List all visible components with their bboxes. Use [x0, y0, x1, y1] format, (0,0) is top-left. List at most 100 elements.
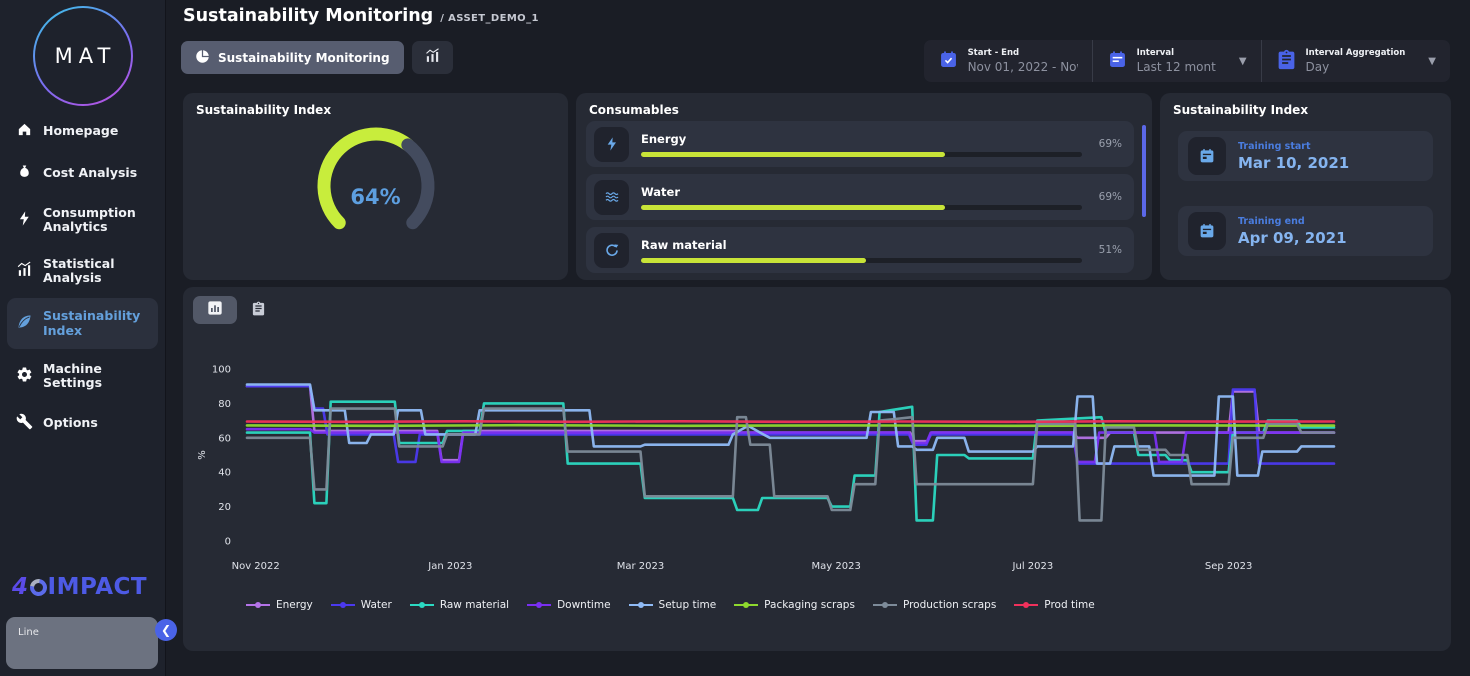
chart-view-button[interactable] [193, 296, 237, 324]
mat-logo: MAT [33, 6, 133, 106]
legend-label: Water [361, 599, 392, 611]
sidebar-item-options[interactable]: Options [0, 402, 165, 444]
legend-label: Packaging scraps [764, 599, 855, 611]
legend-marker-icon [733, 600, 759, 610]
sidebar-item-label: Machine Settings [43, 362, 153, 391]
y-tick-label: 40 [218, 468, 231, 479]
consumable-row-water[interactable]: Water 69% [586, 174, 1134, 220]
legend-label: Setup time [659, 599, 717, 611]
sidebar-item-machine-settings[interactable]: Machine Settings [0, 351, 165, 402]
y-tick-label: 60 [218, 433, 231, 444]
home-icon [16, 121, 33, 141]
card-title: Sustainability Index [196, 103, 331, 117]
sidebar-item-homepage[interactable]: Homepage [0, 110, 165, 152]
legend-item-setup-time[interactable]: Setup time [628, 599, 717, 611]
sustainability-index-training-card: Sustainability Index Training start Mar … [1160, 93, 1451, 280]
consumable-percent: 69% [1094, 138, 1122, 150]
training-end-row: Training end Apr 09, 2021 [1178, 206, 1433, 256]
series-line-prod-time[interactable] [247, 421, 1334, 422]
mat-logo-text: MAT [49, 44, 117, 68]
sidebar-collapse-button[interactable]: ❮ [155, 619, 177, 641]
tab-sustainability-monitoring[interactable]: Sustainability Monitoring [181, 41, 404, 74]
tab-statistics-view[interactable] [412, 41, 453, 74]
sidebar-nav: Homepage Cost Analysis Consumption Analy… [0, 110, 165, 444]
chart-toolbar [193, 296, 266, 324]
legend-label: Raw material [440, 599, 509, 611]
interval-label: Interval [1137, 48, 1216, 58]
interval-aggregation-control[interactable]: Interval Aggregation Day ▼ [1261, 40, 1450, 82]
interval-aggregation-value: Day [1306, 60, 1406, 74]
progress-track [641, 205, 1082, 210]
consumable-row-raw-material[interactable]: Raw material 51% [586, 227, 1134, 273]
money-bag-icon [16, 163, 33, 183]
legend-item-water[interactable]: Water [330, 599, 392, 611]
chevron-down-icon[interactable]: ▼ [1239, 56, 1247, 67]
legend-marker-icon [628, 600, 654, 610]
legend-label: Energy [276, 599, 313, 611]
main-content: Sustainability Monitoring / ASSET_DEMO_1… [167, 0, 1470, 676]
sustainability-index-gauge-card: Sustainability Index 64% [183, 93, 568, 280]
impact-logo: 4 IMPACT [12, 574, 147, 600]
x-tick-label: Mar 2023 [617, 561, 665, 572]
training-end-label: Training end [1238, 216, 1347, 227]
impact-logo-0 [26, 575, 50, 599]
page-header: Sustainability Monitoring / ASSET_DEMO_1 [183, 6, 539, 26]
gear-icon [16, 366, 33, 386]
consumables-list: Energy 69% Water 69% Raw material [586, 121, 1134, 273]
legend-item-energy[interactable]: Energy [245, 599, 313, 611]
sidebar-item-label: Cost Analysis [43, 166, 137, 180]
progress-fill [641, 205, 945, 210]
impact-logo-4: 4 [12, 574, 29, 600]
consumable-percent: 69% [1094, 191, 1122, 203]
training-start-row: Training start Mar 10, 2021 [1178, 131, 1433, 181]
view-tabs: Sustainability Monitoring [181, 41, 453, 74]
start-end-control[interactable]: Start - End Nov 01, 2022 - Now [924, 40, 1092, 82]
legend-item-packaging-scraps[interactable]: Packaging scraps [733, 599, 855, 611]
legend-item-downtime[interactable]: Downtime [526, 599, 610, 611]
interval-control[interactable]: Interval Last 12 mont ▼ [1092, 40, 1261, 82]
scrollbar[interactable] [1142, 125, 1146, 217]
series-line-packaging-scraps[interactable] [247, 425, 1334, 426]
y-tick-label: 20 [218, 502, 231, 513]
x-tick-label: Sep 2023 [1205, 561, 1252, 572]
legend-item-prod-time[interactable]: Prod time [1013, 599, 1094, 611]
legend-marker-icon [872, 600, 898, 610]
pie-chart-icon [195, 49, 210, 67]
card-title: Sustainability Index [1173, 103, 1308, 117]
progress-track [641, 258, 1082, 263]
tab-label: Sustainability Monitoring [218, 51, 390, 65]
calendar-icon [1188, 137, 1226, 175]
swoosh-arrow-icon [594, 233, 629, 268]
leaf-icon [16, 313, 33, 333]
report-view-button[interactable] [251, 301, 266, 320]
legend-item-raw-material[interactable]: Raw material [409, 599, 509, 611]
time-controls: Start - End Nov 01, 2022 - Now Interval … [924, 40, 1450, 82]
bar-chart-icon [207, 300, 223, 320]
x-tick-label: May 2023 [812, 561, 861, 572]
legend-item-production-scraps[interactable]: Production scraps [872, 599, 996, 611]
consumable-label: Water [641, 185, 1082, 199]
bolt-icon [16, 210, 33, 230]
consumable-label: Energy [641, 132, 1082, 146]
progress-track [641, 152, 1082, 157]
impact-logo-text: IMPACT [48, 574, 148, 600]
y-tick-label: 100 [212, 365, 231, 376]
consumable-label: Raw material [641, 238, 1082, 252]
sidebar-item-consumption-analytics[interactable]: Consumption Analytics [0, 195, 165, 246]
x-tick-label: Jul 2023 [1012, 561, 1054, 572]
interval-value: Last 12 mont [1137, 60, 1216, 74]
breadcrumb: / ASSET_DEMO_1 [440, 13, 539, 24]
chart-card: 020406080100%Nov 2022Jan 2023Mar 2023May… [183, 287, 1451, 651]
consumable-row-energy[interactable]: Energy 69% [586, 121, 1134, 167]
wrench-icon [16, 413, 33, 433]
series-line-energy[interactable] [247, 386, 1334, 460]
line-dropdown[interactable]: Line [6, 617, 158, 669]
progress-fill [641, 258, 866, 263]
sidebar-item-statistical-analysis[interactable]: Statistical Analysis [0, 246, 165, 297]
chevron-down-icon[interactable]: ▼ [1428, 56, 1436, 67]
sidebar-item-sustainability-index[interactable]: Sustainability Index [7, 298, 158, 349]
legend-label: Downtime [557, 599, 610, 611]
sidebar-item-cost-analysis[interactable]: Cost Analysis [0, 152, 165, 194]
line-chart: 020406080100%Nov 2022Jan 2023Mar 2023May… [189, 349, 1439, 589]
training-start-label: Training start [1238, 141, 1349, 152]
